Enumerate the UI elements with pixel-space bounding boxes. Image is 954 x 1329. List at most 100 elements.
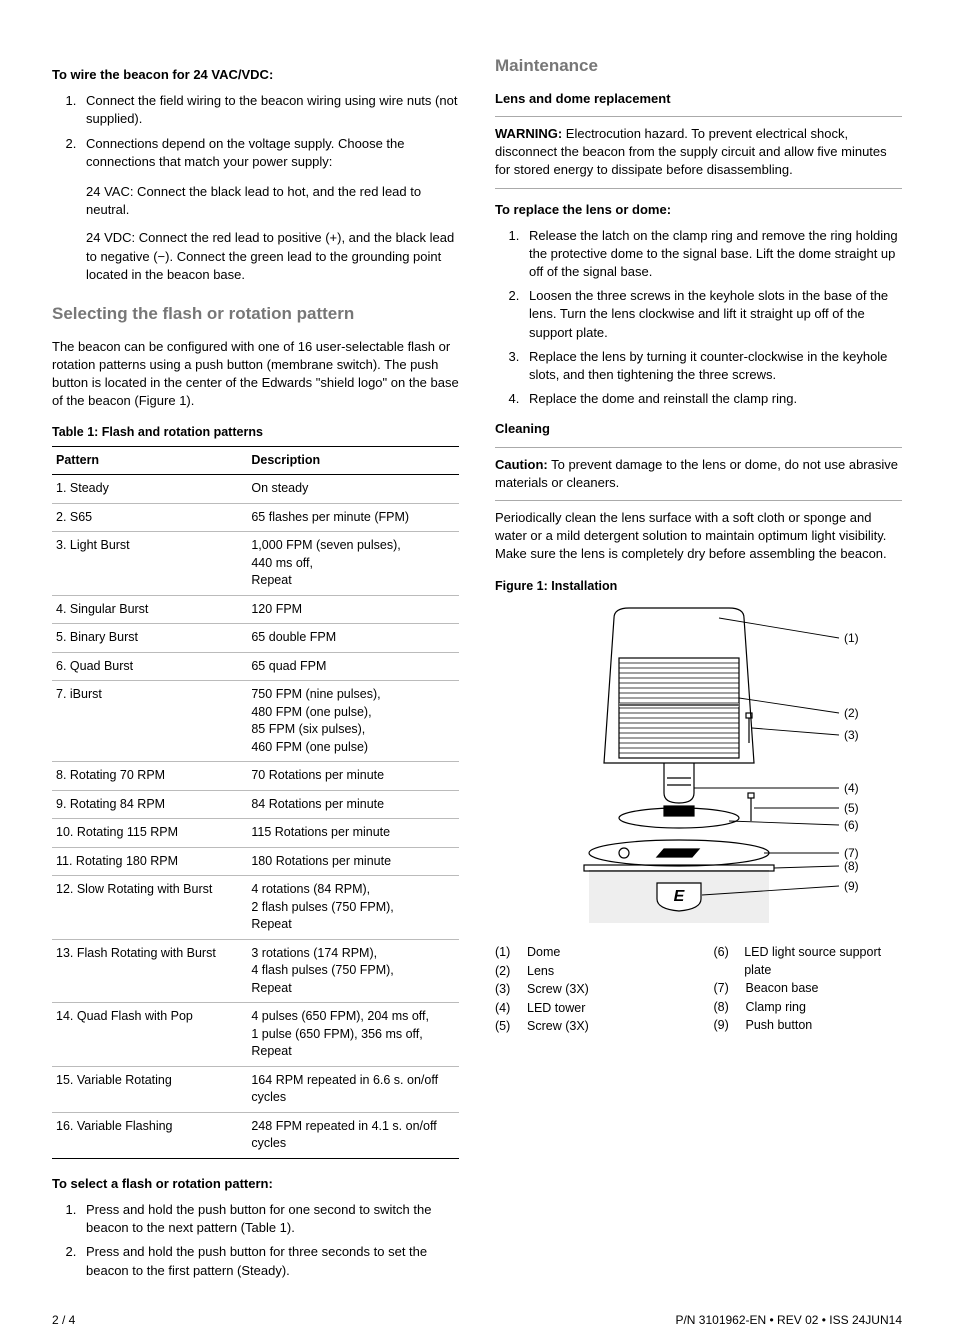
table-row: 9. Rotating 84 RPM84 Rotations per minut…: [52, 790, 459, 819]
legend-num: (8): [714, 999, 736, 1017]
wire-steps-list: Connect the field wiring to the beacon w…: [52, 92, 459, 171]
legend-text: Dome: [527, 944, 560, 962]
legend-item: (4) LED tower: [495, 1000, 684, 1018]
table-row: 12. Slow Rotating with Burst4 rotations …: [52, 876, 459, 940]
footer-page: 2 / 4: [52, 1312, 75, 1329]
cell-pattern: 7. iBurst: [52, 681, 247, 762]
table-row: 13. Flash Rotating with Burst3 rotations…: [52, 939, 459, 1003]
cleaning-sub: Cleaning: [495, 420, 902, 438]
cell-description: 3 rotations (174 RPM), 4 flash pulses (7…: [247, 939, 459, 1003]
legend-num: (7): [714, 980, 736, 998]
patterns-table: Pattern Description 1. SteadyOn steady2.…: [52, 446, 459, 1159]
legend-item: (1) Dome: [495, 944, 684, 962]
legend-item: (3)Screw (3X): [495, 981, 684, 999]
select-step: Press and hold the push button for three…: [80, 1243, 459, 1279]
cell-description: 65 flashes per minute (FPM): [247, 503, 459, 532]
wire-heading: To wire the beacon for 24 VAC/VDC:: [52, 66, 459, 84]
cell-description: 248 FPM repeated in 4.1 s. on/off cycles: [247, 1112, 459, 1158]
callout-3: (3): [844, 728, 859, 742]
cell-description: 750 FPM (nine pulses), 480 FPM (one puls…: [247, 681, 459, 762]
cell-description: 1,000 FPM (seven pulses), 440 ms off, Re…: [247, 532, 459, 596]
legend-num: (4): [495, 1000, 517, 1018]
legend-text: LED tower: [527, 1000, 585, 1018]
cell-description: 70 Rotations per minute: [247, 762, 459, 791]
wire-sub-vac: 24 VAC: Connect the black lead to hot, a…: [86, 183, 459, 219]
th-description: Description: [247, 446, 459, 475]
table-row: 15. Variable Rotating164 RPM repeated in…: [52, 1066, 459, 1112]
cell-pattern: 11. Rotating 180 RPM: [52, 847, 247, 876]
legend-text: LED light source support plate: [744, 944, 902, 979]
legend-num: (9): [714, 1017, 736, 1035]
cell-pattern: 15. Variable Rotating: [52, 1066, 247, 1112]
wire-sub-vdc: 24 VDC: Connect the red lead to positive…: [86, 229, 459, 284]
warning-block: WARNING: Electrocution hazard. To preven…: [495, 125, 902, 180]
legend-item: (9) Push button: [714, 1017, 903, 1035]
svg-text:E: E: [673, 888, 685, 905]
cleaning-para: Periodically clean the lens surface with…: [495, 509, 902, 564]
table-caption: Table 1: Flash and rotation patterns: [52, 424, 459, 442]
replace-step: Loosen the three screws in the keyhole s…: [523, 287, 902, 342]
replace-step: Replace the dome and reinstall the clamp…: [523, 390, 902, 408]
warning-label: WARNING:: [495, 126, 562, 141]
table-row: 1. SteadyOn steady: [52, 475, 459, 504]
th-pattern: Pattern: [52, 446, 247, 475]
callout-5: (5): [844, 801, 859, 815]
legend-num: (6): [714, 944, 735, 979]
table-row: 4. Singular Burst120 FPM: [52, 595, 459, 624]
replace-sub: To replace the lens or dome:: [495, 201, 902, 219]
legend-text: Screw (3X): [527, 1018, 589, 1036]
footer-partnum: P/N 3101962-EN • REV 02 • ISS 24JUN14: [675, 1312, 902, 1329]
callout-9: (9): [844, 879, 859, 893]
table-row: 8. Rotating 70 RPM70 Rotations per minut…: [52, 762, 459, 791]
replace-steps-list: Release the latch on the clamp ring and …: [495, 227, 902, 409]
installation-figure: E (1) (2) (3): [495, 603, 902, 933]
table-row: 14. Quad Flash with Pop4 pulses (650 FPM…: [52, 1003, 459, 1067]
legend-item: (2) Lens: [495, 963, 684, 981]
cell-pattern: 2. S65: [52, 503, 247, 532]
cell-description: 164 RPM repeated in 6.6 s. on/off cycles: [247, 1066, 459, 1112]
legend-num: (2): [495, 963, 517, 981]
cell-description: 4 pulses (650 FPM), 204 ms off, 1 pulse …: [247, 1003, 459, 1067]
callout-8: (8): [844, 859, 859, 873]
divider: [495, 116, 902, 117]
legend-item: (6) LED light source support plate: [714, 944, 903, 979]
callout-2: (2): [844, 706, 859, 720]
legend-text: Screw (3X): [527, 981, 589, 999]
legend-text: Beacon base: [746, 980, 819, 998]
divider: [495, 188, 902, 189]
cell-pattern: 13. Flash Rotating with Burst: [52, 939, 247, 1003]
cell-pattern: 5. Binary Burst: [52, 624, 247, 653]
table-row: 16. Variable Flashing248 FPM repeated in…: [52, 1112, 459, 1158]
legend-item: (5) Screw (3X): [495, 1018, 684, 1036]
divider: [495, 447, 902, 448]
cell-pattern: 14. Quad Flash with Pop: [52, 1003, 247, 1067]
legend-num: (5): [495, 1018, 517, 1036]
table-row: 5. Binary Burst65 double FPM: [52, 624, 459, 653]
legend-text: Lens: [527, 963, 554, 981]
legend-text: Clamp ring: [746, 999, 806, 1017]
cell-description: 115 Rotations per minute: [247, 819, 459, 848]
maintenance-heading: Maintenance: [495, 54, 902, 78]
replace-step: Release the latch on the clamp ring and …: [523, 227, 902, 282]
table-row: 3. Light Burst1,000 FPM (seven pulses), …: [52, 532, 459, 596]
select-step: Press and hold the push button for one s…: [80, 1201, 459, 1237]
select-steps-list: Press and hold the push button for one s…: [52, 1201, 459, 1280]
selecting-heading: Selecting the flash or rotation pattern: [52, 302, 459, 326]
legend-item: (7) Beacon base: [714, 980, 903, 998]
cell-pattern: 8. Rotating 70 RPM: [52, 762, 247, 791]
cell-description: 84 Rotations per minute: [247, 790, 459, 819]
legend-num: (1): [495, 944, 517, 962]
legend-text: Push button: [746, 1017, 813, 1035]
cell-description: On steady: [247, 475, 459, 504]
page-footer: 2 / 4 P/N 3101962-EN • REV 02 • ISS 24JU…: [52, 1312, 902, 1329]
select-sub: To select a flash or rotation pattern:: [52, 1175, 459, 1193]
wire-step: Connect the field wiring to the beacon w…: [80, 92, 459, 128]
cell-pattern: 3. Light Burst: [52, 532, 247, 596]
left-column: To wire the beacon for 24 VAC/VDC: Conne…: [52, 54, 459, 1292]
table-row: 7. iBurst750 FPM (nine pulses), 480 FPM …: [52, 681, 459, 762]
cell-pattern: 1. Steady: [52, 475, 247, 504]
lens-dome-sub: Lens and dome replacement: [495, 90, 902, 108]
cell-description: 120 FPM: [247, 595, 459, 624]
callout-4: (4): [844, 781, 859, 795]
legend-item: (8) Clamp ring: [714, 999, 903, 1017]
